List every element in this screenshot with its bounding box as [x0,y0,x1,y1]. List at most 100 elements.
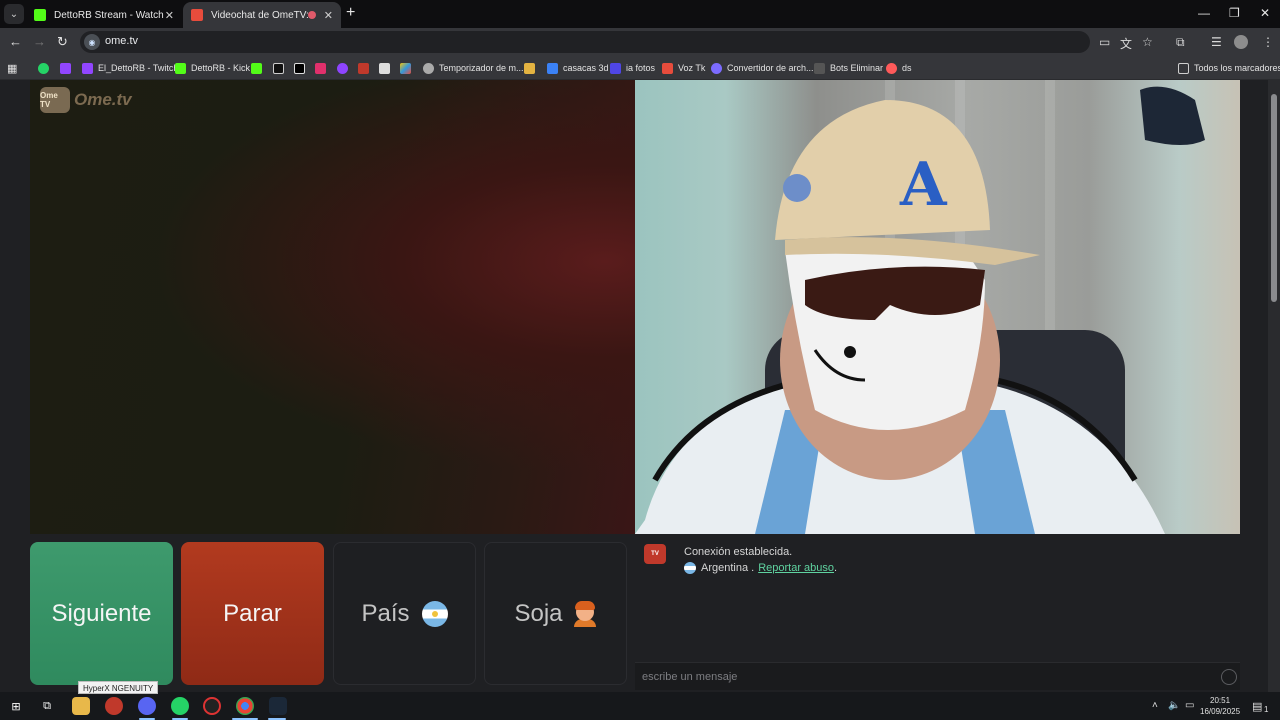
notification-count: 1 [1264,705,1269,714]
bookmark-label: Bots Eliminar [830,63,884,73]
bookmark-ia-fotos[interactable]: ia fotos [610,60,655,76]
recording-indicator-icon [307,11,316,19]
ometv-favicon-icon [191,9,203,21]
volume-icon[interactable]: 🔈 [1168,700,1180,711]
kick-icon [251,62,262,74]
ometv-logo[interactable]: Ome TV Ome.tv [40,87,132,113]
bookmark-label: DettoRB - Kick [191,63,251,73]
bookmark-kick[interactable] [251,60,267,76]
remote-person-figure: A [635,86,1205,534]
hyperx-ngenuity-icon[interactable] [105,697,123,715]
bookmark-voz-tk[interactable]: Voz Tk [662,60,705,76]
bookmark-el-dettorb-twitch[interactable]: El_DettoRB - Twitch [82,60,178,76]
more-menu-icon[interactable]: ⋮ [1262,35,1274,49]
url-text: ome.tv [105,35,139,47]
bookmark-yellow[interactable] [524,60,540,76]
task-view-icon[interactable]: ⧉ [38,697,56,715]
bookmark-star-icon[interactable]: ☆ [1142,35,1153,49]
gender-filter-button[interactable]: Soja [484,542,627,685]
bookmark-whatsapp[interactable] [38,60,54,76]
tab-search-chevron-icon[interactable]: ⌄ [4,4,24,24]
taskbar-tooltip: HyperX NGENUITY [78,681,159,694]
apps-grid-icon[interactable]: ▦ [7,60,17,76]
tab-dettorb-stream[interactable]: DettoRB Stream - Watch Live o ✕ [26,2,182,28]
kick-favicon-icon [34,9,46,21]
bookmark-label: El_DettoRB - Twitch [98,63,179,73]
address-bar[interactable]: ◉ ome.tv [80,31,1090,53]
steam-icon[interactable] [269,697,287,715]
bookmark-instagram[interactable] [315,60,331,76]
all-bookmarks-folder[interactable]: Todos los marcadores [1178,60,1280,76]
tab-search-icon[interactable]: ☰ [1211,35,1222,49]
kick-icon [175,62,186,74]
discord-icon[interactable] [138,697,156,715]
file-explorer-icon[interactable] [72,697,90,715]
bookmark-temporizador[interactable]: Temporizador de m... [423,60,524,76]
bookmark-colorful[interactable] [400,60,416,76]
tab-ometv[interactable]: Videochat de OmeTV: una ✕ [183,2,341,28]
site-info-icon[interactable]: ◉ [84,34,100,50]
close-window-icon[interactable]: ✕ [1260,6,1270,20]
tray-chevron-icon[interactable]: ˄ [1152,700,1158,711]
bookmark-tiktok[interactable] [273,60,289,76]
translate-icon[interactable]: 文 [1120,35,1132,52]
obs-like-icon[interactable] [203,697,221,715]
country-button-label: País [361,599,410,627]
skull-eye [844,346,856,358]
tab-title: DettoRB Stream - Watch Live o [54,9,164,21]
emoji-icon[interactable] [1221,669,1237,685]
bookmark-bots-eliminar[interactable]: Bots Eliminar [814,60,883,76]
chat-message-connection: Conexión establecida. [684,546,793,558]
bookmarks-bar: ▦ El_DettoRB - Twitch DettoRB - Kick Tem… [0,56,1280,80]
restore-icon[interactable]: ❐ [1229,6,1240,20]
minimize-icon[interactable]: — [1198,6,1210,20]
cast-icon[interactable]: ▭ [1099,35,1110,49]
convert-icon [711,62,722,74]
bookmark-red[interactable] [358,60,374,76]
browser-toolbar: ← → ↻ ◉ ome.tv ▭ 文 ☆ ⧉ ☰ ⋮ [0,28,1280,56]
bookmark-convertidor[interactable]: Convertidor de arch... [711,60,814,76]
all-bookmarks-label: Todos los marcadores [1194,63,1280,73]
gender-button-label: Soja [514,599,563,627]
x-icon [294,62,305,74]
bookmark-puzzle[interactable] [379,60,395,76]
notification-center-icon[interactable]: ▤ [1252,700,1262,713]
reload-icon[interactable]: ↻ [57,34,68,50]
bookmark-dettorb-kick[interactable]: DettoRB - Kick [175,60,250,76]
report-abuse-link[interactable]: Reportar abuso [758,562,834,574]
profile-avatar-icon[interactable] [1234,35,1248,49]
clock[interactable]: 20:51 16/09/2025 [1200,695,1240,717]
country-filter-button[interactable]: País [333,542,476,685]
network-icon[interactable]: ▭ [1185,700,1194,711]
argentina-flag-icon [421,600,448,627]
chat-message-input[interactable] [642,669,1202,685]
stop-button-label: Parar [223,599,282,627]
bookmark-x[interactable] [294,60,310,76]
logo-text: Ome.tv [74,90,132,109]
forward-arrow-icon[interactable]: → [33,34,46,49]
chrome-icon[interactable] [236,697,254,715]
scrollbar-thumb[interactable] [1271,94,1277,302]
bookmark-label: ia fotos [626,63,656,73]
cap-shape [775,100,990,240]
close-tab-icon[interactable]: ✕ [324,9,333,22]
next-button[interactable]: Siguiente [30,542,173,685]
cap-logo: A [899,150,948,220]
extensions-icon[interactable]: ⧉ [1176,35,1185,50]
chat-input-row [635,662,1240,690]
bookmark-twitch[interactable] [60,60,76,76]
page-scrollbar[interactable] [1268,80,1280,692]
back-arrow-icon[interactable]: ← [9,34,22,49]
close-tab-icon[interactable]: ✕ [165,9,174,22]
windows-start-icon[interactable]: ⊞ [7,697,25,715]
bookmark-casacas-3d[interactable]: casacas 3d [547,60,609,76]
remote-video: A [635,80,1240,534]
whatsapp-app-icon[interactable] [171,697,189,715]
bookmark-canva[interactable] [337,60,353,76]
new-tab-plus-icon[interactable]: + [346,5,355,21]
ometv-chat-logo-icon: TV [644,544,666,564]
report-suffix: . [834,562,838,574]
stop-button[interactable]: Parar [181,542,324,685]
bookmark-ds[interactable]: ds [886,60,912,76]
bookmark-label: casacas 3d [563,63,609,73]
